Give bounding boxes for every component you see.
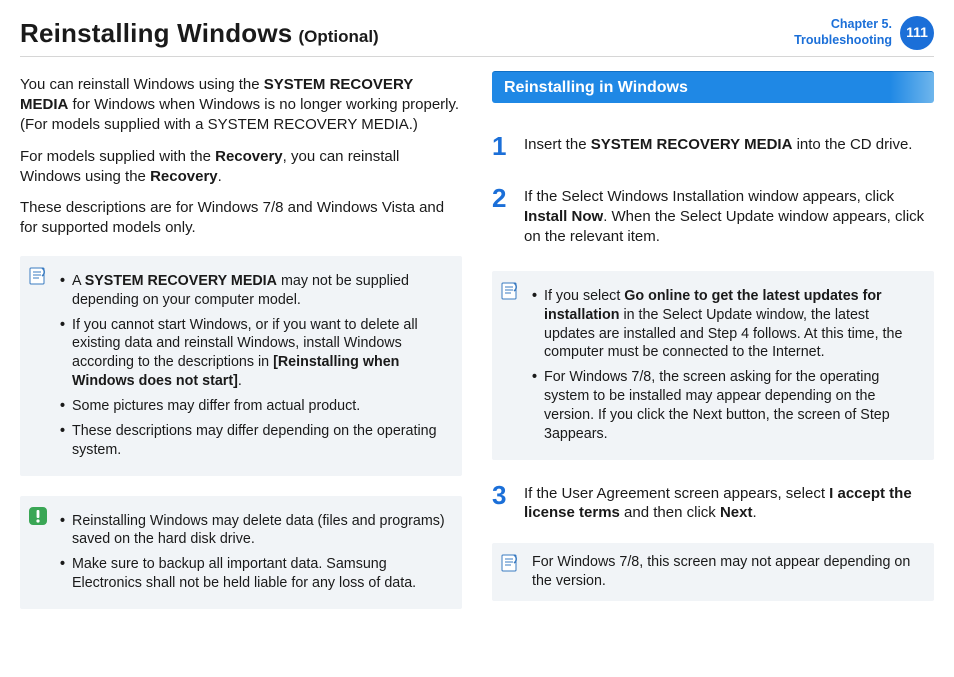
step-body: If the User Agreement screen appears, se… bbox=[524, 482, 934, 524]
warning-icon bbox=[28, 506, 48, 532]
text-bold: Recovery bbox=[150, 168, 218, 185]
page-title-group: Reinstalling Windows (Optional) bbox=[20, 16, 379, 50]
right-column: Reinstalling in Windows 1 Insert the SYS… bbox=[492, 71, 934, 619]
text: If you select bbox=[544, 288, 624, 304]
note-icon bbox=[28, 266, 48, 292]
step-2: 2 If the Select Windows Installation win… bbox=[492, 185, 934, 246]
note-callout: For Windows 7/8, this screen may not app… bbox=[492, 543, 934, 601]
text: . bbox=[752, 504, 756, 521]
text: . bbox=[238, 373, 242, 389]
note-item: These descriptions may differ depending … bbox=[60, 422, 450, 460]
text: For models supplied with the bbox=[20, 148, 215, 165]
warning-list: Reinstalling Windows may delete data (fi… bbox=[60, 512, 450, 593]
text: for Windows when Windows is no longer wo… bbox=[20, 96, 459, 133]
text: If the User Agreement screen appears, se… bbox=[524, 485, 829, 502]
chapter-line-1: Chapter 5. bbox=[794, 17, 892, 33]
intro-paragraph-3: These descriptions are for Windows 7/8 a… bbox=[20, 198, 462, 238]
page-number-badge: 111 bbox=[900, 16, 934, 50]
text: You can reinstall Windows using the bbox=[20, 76, 264, 93]
warning-callout: Reinstalling Windows may delete data (fi… bbox=[20, 496, 462, 609]
step-number: 3 bbox=[492, 482, 510, 524]
note-callout: A SYSTEM RECOVERY MEDIA may not be suppl… bbox=[20, 256, 462, 476]
step-3: 3 If the User Agreement screen appears, … bbox=[492, 482, 934, 524]
page-root: Reinstalling Windows (Optional) Chapter … bbox=[0, 0, 954, 677]
section-heading: Reinstalling in Windows bbox=[492, 71, 934, 103]
text: and then click bbox=[620, 504, 720, 521]
chapter-text: Chapter 5. Troubleshooting bbox=[794, 17, 892, 48]
note-icon bbox=[500, 281, 520, 307]
page-title: Reinstalling Windows bbox=[20, 16, 292, 50]
chapter-line-2: Troubleshooting bbox=[794, 33, 892, 49]
step-body: If the Select Windows Installation windo… bbox=[524, 185, 934, 246]
text: into the CD drive. bbox=[792, 136, 912, 153]
text-bold: Recovery bbox=[215, 148, 283, 165]
left-column: You can reinstall Windows using the SYST… bbox=[20, 71, 462, 619]
text: A bbox=[72, 273, 85, 289]
note-item: If you select Go online to get the lates… bbox=[532, 287, 922, 362]
step-body: Insert the SYSTEM RECOVERY MEDIA into th… bbox=[524, 133, 912, 159]
text: . bbox=[218, 168, 222, 185]
text: Insert the bbox=[524, 136, 591, 153]
text-bold: SYSTEM RECOVERY MEDIA bbox=[85, 273, 277, 289]
warning-item: Reinstalling Windows may delete data (fi… bbox=[60, 512, 450, 550]
text-bold: Install Now bbox=[524, 208, 603, 225]
page-header: Reinstalling Windows (Optional) Chapter … bbox=[20, 16, 934, 57]
note-item: Some pictures may differ from actual pro… bbox=[60, 397, 450, 416]
page-title-optional: (Optional) bbox=[298, 26, 378, 48]
chapter-indicator: Chapter 5. Troubleshooting 111 bbox=[794, 16, 934, 50]
content-columns: You can reinstall Windows using the SYST… bbox=[20, 71, 934, 619]
warning-item: Make sure to backup all important data. … bbox=[60, 555, 450, 593]
step-1: 1 Insert the SYSTEM RECOVERY MEDIA into … bbox=[492, 133, 934, 159]
text-bold: Next bbox=[720, 504, 753, 521]
text-bold: SYSTEM RECOVERY MEDIA bbox=[591, 136, 793, 153]
step-number: 1 bbox=[492, 133, 510, 159]
step-number: 2 bbox=[492, 185, 510, 246]
intro-paragraph-1: You can reinstall Windows using the SYST… bbox=[20, 75, 462, 134]
note-item: For Windows 7/8, the screen asking for t… bbox=[532, 368, 922, 443]
intro-paragraph-2: For models supplied with the Recovery, y… bbox=[20, 147, 462, 187]
note-icon bbox=[500, 553, 520, 579]
note-list: A SYSTEM RECOVERY MEDIA may not be suppl… bbox=[60, 272, 450, 460]
note-list: If you select Go online to get the lates… bbox=[532, 287, 922, 444]
note-item: If you cannot start Windows, or if you w… bbox=[60, 316, 450, 391]
note-item: A SYSTEM RECOVERY MEDIA may not be suppl… bbox=[60, 272, 450, 310]
text: If the Select Windows Installation windo… bbox=[524, 188, 894, 205]
note-text: For Windows 7/8, this screen may not app… bbox=[532, 554, 910, 589]
note-callout: If you select Go online to get the lates… bbox=[492, 271, 934, 460]
